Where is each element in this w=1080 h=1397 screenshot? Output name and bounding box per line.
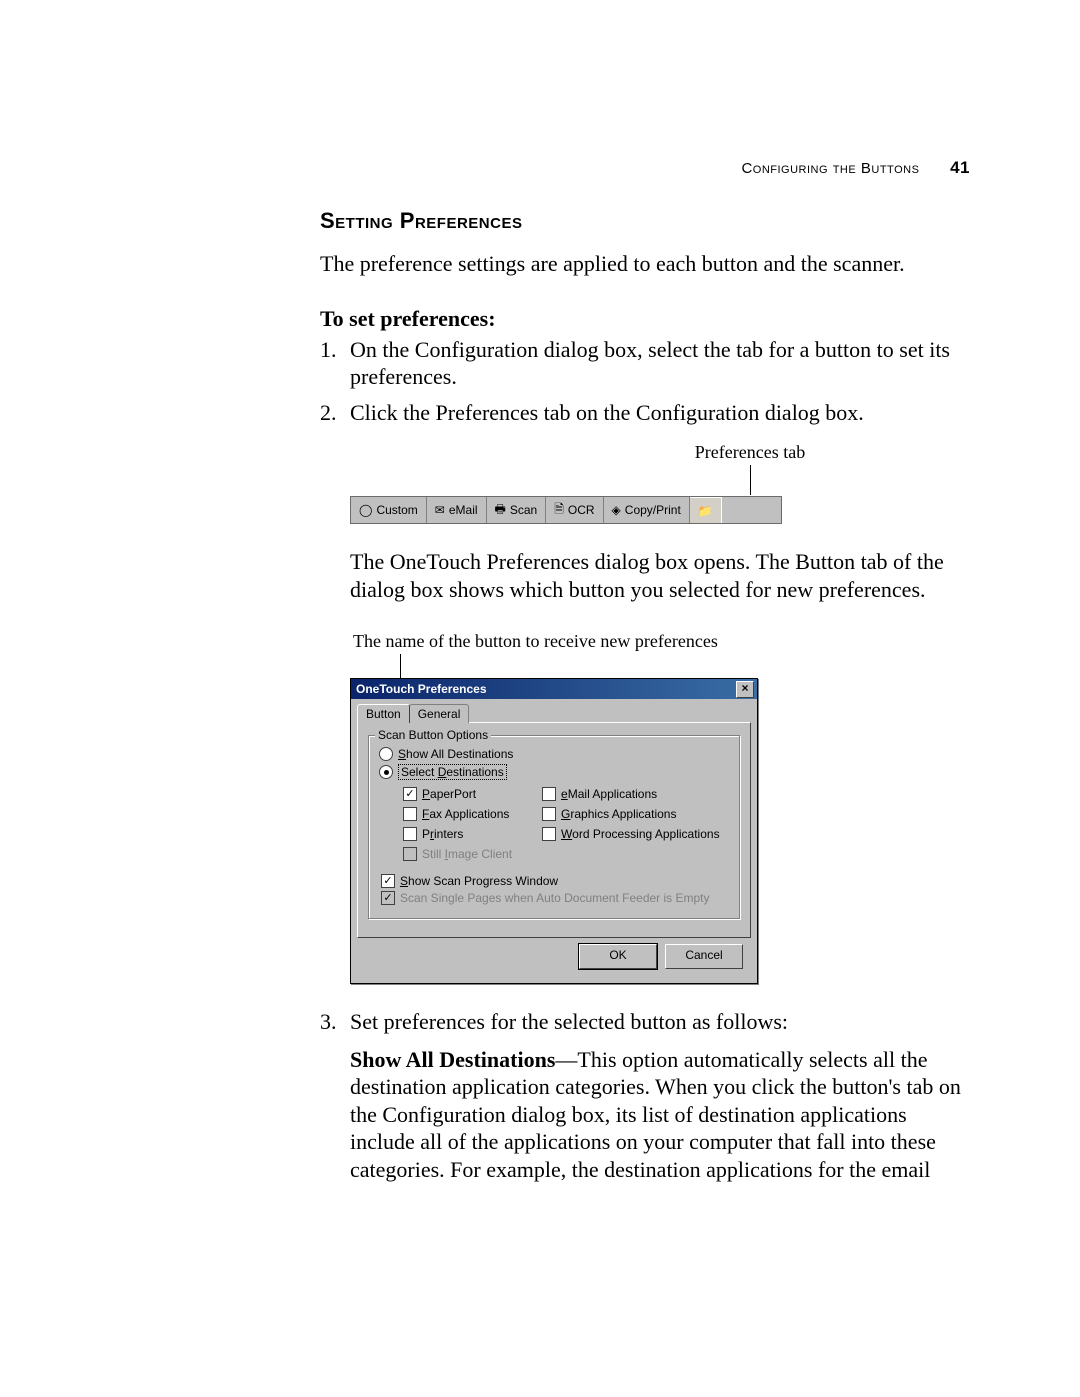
radio-show-all-destinations[interactable]: Show All Destinations xyxy=(379,747,729,761)
checkbox-paperport[interactable]: PaperPort xyxy=(403,787,512,801)
checkbox-icon xyxy=(403,807,417,821)
callout-line xyxy=(400,654,401,678)
dial-icon: ◯ xyxy=(359,503,372,517)
checkbox-icon xyxy=(542,827,556,841)
step-text: Click the Preferences tab on the Configu… xyxy=(350,399,970,427)
description-paragraph: Show All Destinations—This option automa… xyxy=(350,1046,970,1184)
term-show-all-destinations: Show All Destinations xyxy=(350,1047,555,1072)
checkbox-label: eMail Applications xyxy=(561,787,657,801)
tab-label: Scan xyxy=(510,503,537,517)
checkbox-label: Still Image Client xyxy=(422,847,512,861)
callout-label: Preferences tab xyxy=(680,442,820,463)
step-text: Set preferences for the selected button … xyxy=(350,1008,970,1036)
tab-custom[interactable]: ◯ Custom xyxy=(351,497,427,523)
onetouch-preferences-dialog: OneTouch Preferences × Button General Sc… xyxy=(350,678,758,984)
page-number: 41 xyxy=(950,158,970,177)
checkbox-icon xyxy=(381,891,395,905)
checkbox-icon xyxy=(403,827,417,841)
step-number: 2. xyxy=(320,399,350,427)
checkbox-icon xyxy=(381,874,395,888)
tab-email[interactable]: ✉ eMail xyxy=(427,497,487,523)
radio-icon xyxy=(379,747,393,761)
tab-label: Copy/Print xyxy=(625,503,681,517)
running-header: Configuring the Buttons 41 xyxy=(741,158,970,178)
checkbox-printers[interactable]: Printers xyxy=(403,827,512,841)
button-label: Cancel xyxy=(685,948,722,962)
dialog-panel: Scan Button Options Show All Destination… xyxy=(357,722,751,938)
figure-preferences-dialog: The name of the button to receive new pr… xyxy=(350,631,970,984)
config-tabstrip: ◯ Custom ✉ eMail 🖶 Scan 🗎 OCR ◈ Copy xyxy=(350,496,782,524)
callout-label: The name of the button to receive new pr… xyxy=(350,631,760,652)
checkbox-email-applications[interactable]: eMail Applications xyxy=(542,787,720,801)
tab-scan[interactable]: 🖶 Scan xyxy=(487,497,547,523)
tab-copy-print[interactable]: ◈ Copy/Print xyxy=(604,497,690,523)
checkbox-label: Show Scan Progress Window xyxy=(400,874,558,888)
checkbox-label: Graphics Applications xyxy=(561,807,676,821)
tab-label: eMail xyxy=(449,503,478,517)
tab-preferences[interactable]: 📁 xyxy=(690,497,722,523)
section-title: Setting Preferences xyxy=(320,208,970,234)
radio-icon xyxy=(379,765,393,779)
tab-label: Button xyxy=(366,707,401,721)
tab-label: OCR xyxy=(568,503,595,517)
step-number: 1. xyxy=(320,336,350,391)
radio-label: Select Destinations xyxy=(398,764,507,780)
list-item: 3. Set preferences for the selected butt… xyxy=(320,1008,970,1036)
checkbox-label: PaperPort xyxy=(422,787,476,801)
document-icon: 🗎 xyxy=(554,500,564,521)
radio-select-destinations[interactable]: Select Destinations xyxy=(379,764,729,780)
checkbox-still-image-client: Still Image Client xyxy=(403,847,512,861)
folder-icon: 📁 xyxy=(698,504,713,518)
running-head-text: Configuring the Buttons xyxy=(741,160,919,177)
mid-paragraph: The OneTouch Preferences dialog box open… xyxy=(350,548,970,603)
sub-heading: To set preferences: xyxy=(320,306,970,332)
checkbox-scan-single-pages: Scan Single Pages when Auto Document Fee… xyxy=(381,891,729,905)
dialog-titlebar: OneTouch Preferences × xyxy=(351,679,757,699)
checkbox-label: Printers xyxy=(422,827,463,841)
checkbox-show-scan-progress[interactable]: Show Scan Progress Window xyxy=(381,874,729,888)
tab-button[interactable]: Button xyxy=(357,704,410,723)
checkbox-icon xyxy=(542,787,556,801)
ok-button[interactable]: OK xyxy=(579,944,657,969)
close-button[interactable]: × xyxy=(736,681,754,698)
cancel-button[interactable]: Cancel xyxy=(665,944,743,969)
dialog-title: OneTouch Preferences xyxy=(356,682,487,696)
step-number: 3. xyxy=(320,1008,350,1036)
step-list: 1. On the Configuration dialog box, sele… xyxy=(320,336,970,427)
radio-label: Show All Destinations xyxy=(398,747,513,761)
diamond-icon: ◈ xyxy=(612,503,621,517)
list-item: 2. Click the Preferences tab on the Conf… xyxy=(320,399,970,427)
checkbox-word-processing-applications[interactable]: Word Processing Applications xyxy=(542,827,720,841)
checkbox-label: Scan Single Pages when Auto Document Fee… xyxy=(400,891,710,905)
button-label: OK xyxy=(609,948,626,962)
step-list-continued: 3. Set preferences for the selected butt… xyxy=(320,1008,970,1036)
checkbox-icon xyxy=(542,807,556,821)
callout-preferences-tab: Preferences tab ◯ Custom ✉ eMail 🖶 Scan xyxy=(350,442,780,524)
tab-ocr[interactable]: 🗎 OCR xyxy=(546,497,603,523)
intro-paragraph: The preference settings are applied to e… xyxy=(320,250,970,278)
dialog-button-row: OK Cancel xyxy=(357,938,751,977)
checkbox-graphics-applications[interactable]: Graphics Applications xyxy=(542,807,720,821)
checkbox-fax-applications[interactable]: Fax Applications xyxy=(403,807,512,821)
groupbox-scan-button-options: Scan Button Options Show All Destination… xyxy=(368,735,740,919)
callout-line xyxy=(750,465,751,495)
checkbox-label: Word Processing Applications xyxy=(561,827,720,841)
figure-tabstrip: Preferences tab ◯ Custom ✉ eMail 🖶 Scan xyxy=(350,442,970,524)
groupbox-title: Scan Button Options xyxy=(375,728,491,742)
step-text: On the Configuration dialog box, select … xyxy=(350,336,970,391)
tab-label: Custom xyxy=(376,503,417,517)
checkbox-icon xyxy=(403,847,417,861)
envelope-icon: ✉ xyxy=(435,503,445,517)
checkbox-label: Fax Applications xyxy=(422,807,509,821)
list-item: 1. On the Configuration dialog box, sele… xyxy=(320,336,970,391)
dialog-tabs: Button General xyxy=(357,704,751,723)
tab-label: General xyxy=(418,707,461,721)
printer-icon: 🖶 xyxy=(495,500,506,521)
tab-general[interactable]: General xyxy=(409,704,470,723)
checkbox-icon xyxy=(403,787,417,801)
